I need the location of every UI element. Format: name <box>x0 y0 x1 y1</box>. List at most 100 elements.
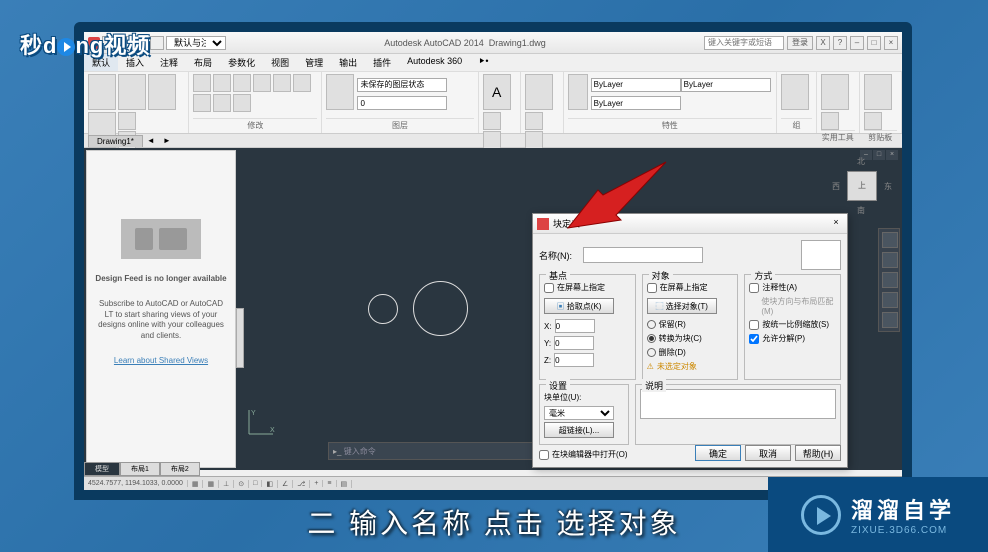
tab-manage[interactable]: 管理 <box>297 54 331 71</box>
hyperlink-button[interactable]: 超链接(L)... <box>544 422 614 438</box>
allow-explode-check[interactable] <box>749 334 759 344</box>
uniform-scale-check[interactable] <box>749 320 759 330</box>
cancel-button[interactable]: 取消 <box>745 445 791 461</box>
color-combo[interactable] <box>591 78 681 92</box>
base-screen-check[interactable] <box>544 283 554 293</box>
rotate-icon[interactable] <box>213 74 231 92</box>
login-button[interactable]: 登录 <box>787 36 813 50</box>
circle-entity-2[interactable] <box>413 281 468 336</box>
circle-entity-1[interactable] <box>368 294 398 324</box>
sb-lwt-icon[interactable]: ≡ <box>323 480 336 487</box>
mirror-icon[interactable] <box>273 74 291 92</box>
array-icon[interactable] <box>233 94 251 112</box>
line-icon[interactable] <box>88 74 116 110</box>
description-input[interactable] <box>640 389 836 419</box>
minimize-icon[interactable]: – <box>850 36 864 50</box>
workspace-combo[interactable]: 默认与注释 <box>166 36 226 50</box>
dialog-titlebar[interactable]: 块定义 × <box>533 214 847 234</box>
sb-dyn-icon[interactable]: + <box>310 480 323 487</box>
move-icon[interactable] <box>193 74 211 92</box>
feed-link[interactable]: Learn about Shared Views <box>114 356 208 365</box>
cut-icon[interactable] <box>864 112 882 130</box>
trim-icon[interactable] <box>233 74 251 92</box>
ok-button[interactable]: 确定 <box>695 445 741 461</box>
open-editor-check[interactable] <box>539 450 549 460</box>
sb-3dosnap-icon[interactable]: ◧ <box>262 480 278 488</box>
sb-snap-icon[interactable]: ▦ <box>188 480 204 488</box>
help-icon[interactable]: ? <box>833 36 847 50</box>
tab-parametric[interactable]: 参数化 <box>220 54 263 71</box>
tab-a360[interactable]: Autodesk 360 <box>399 54 470 71</box>
pick-point-button[interactable]: ▣ 拾取点(K) <box>544 298 614 314</box>
drawing-area[interactable]: –□× Design Feed is no longer available S… <box>84 148 902 470</box>
insert-block-icon[interactable] <box>525 74 553 110</box>
help-button[interactable]: 帮助(H) <box>795 445 841 461</box>
vc-north[interactable]: 北 <box>857 156 865 167</box>
copy-icon[interactable] <box>253 74 271 92</box>
paste-icon[interactable] <box>864 74 892 110</box>
search-input[interactable] <box>704 36 784 50</box>
maximize-icon[interactable]: □ <box>867 36 881 50</box>
layout1-tab[interactable]: 布局1 <box>120 462 160 476</box>
nav-show-icon[interactable] <box>882 312 898 328</box>
z-input[interactable] <box>554 353 594 367</box>
tab-view[interactable]: 视图 <box>263 54 297 71</box>
sb-otrack-icon[interactable]: ∠ <box>278 480 293 488</box>
x-input[interactable] <box>555 319 595 333</box>
sb-osnap-icon[interactable]: □ <box>249 480 262 487</box>
create-block-icon[interactable] <box>525 112 543 130</box>
layout2-tab[interactable]: 布局2 <box>160 462 200 476</box>
annotative-check[interactable] <box>749 283 759 293</box>
stretch-icon[interactable] <box>193 94 211 112</box>
close-icon[interactable]: × <box>884 36 898 50</box>
match-props-icon[interactable] <box>568 74 588 110</box>
fillet-icon[interactable] <box>293 74 311 92</box>
model-tab[interactable]: 模型 <box>84 462 120 476</box>
nav-wheel-icon[interactable] <box>882 232 898 248</box>
lweight-combo[interactable] <box>681 78 771 92</box>
vc-east[interactable]: 东 <box>884 181 892 192</box>
dim-icon[interactable] <box>483 112 501 130</box>
unit-select[interactable]: 毫米 <box>544 406 614 420</box>
sb-ducs-icon[interactable]: ⎇ <box>293 480 310 488</box>
leader-icon[interactable] <box>483 131 501 149</box>
tab-nav-left-icon[interactable]: ◄ <box>143 136 159 145</box>
nav-orbit-icon[interactable] <box>882 292 898 308</box>
file-tab-1[interactable]: Drawing1* <box>88 135 143 147</box>
nav-zoom-icon[interactable] <box>882 272 898 288</box>
sb-ortho-icon[interactable]: ⊥ <box>219 480 234 488</box>
y-input[interactable] <box>554 336 594 350</box>
exchange-icon[interactable]: X <box>816 36 830 50</box>
dialog-close-icon[interactable]: × <box>829 217 843 231</box>
scale-icon[interactable] <box>213 94 231 112</box>
ltype-combo[interactable] <box>591 96 681 110</box>
tab-annotate[interactable]: 注释 <box>152 54 186 71</box>
circle-icon[interactable] <box>148 74 176 110</box>
model-space[interactable]: XY 上 北 南 东 西 块定义 × 名称(N): <box>238 148 902 470</box>
nav-pan-icon[interactable] <box>882 252 898 268</box>
viewcube-top[interactable]: 上 <box>847 171 877 201</box>
viewcube[interactable]: 上 北 南 东 西 <box>832 156 892 216</box>
current-layer[interactable] <box>357 96 447 110</box>
tab-layout[interactable]: 布局 <box>186 54 220 71</box>
polyline-icon[interactable] <box>118 74 146 110</box>
block-name-input[interactable] <box>583 247 703 263</box>
sb-polar-icon[interactable]: ⊙ <box>234 480 249 488</box>
rect-icon[interactable] <box>118 112 136 130</box>
sb-tpy-icon[interactable]: ▤ <box>337 480 353 488</box>
tab-express[interactable]: ⯈• <box>470 54 496 71</box>
tab-output[interactable]: 输出 <box>331 54 365 71</box>
layer-combo[interactable] <box>357 78 447 92</box>
qat-undo-icon[interactable] <box>150 36 164 50</box>
vc-west[interactable]: 西 <box>832 181 840 192</box>
measure-icon[interactable] <box>821 74 849 110</box>
select-objects-button[interactable]: ⬚ 选择对象(T) <box>647 298 717 314</box>
calc-icon[interactable] <box>821 112 839 130</box>
tab-plugins[interactable]: 插件 <box>365 54 399 71</box>
obj-screen-check[interactable] <box>647 283 657 293</box>
retain-radio[interactable] <box>647 320 656 329</box>
delete-radio[interactable] <box>647 348 656 357</box>
vc-south[interactable]: 南 <box>857 205 865 216</box>
tab-nav-right-icon[interactable]: ► <box>159 136 175 145</box>
convert-radio[interactable] <box>647 334 656 343</box>
